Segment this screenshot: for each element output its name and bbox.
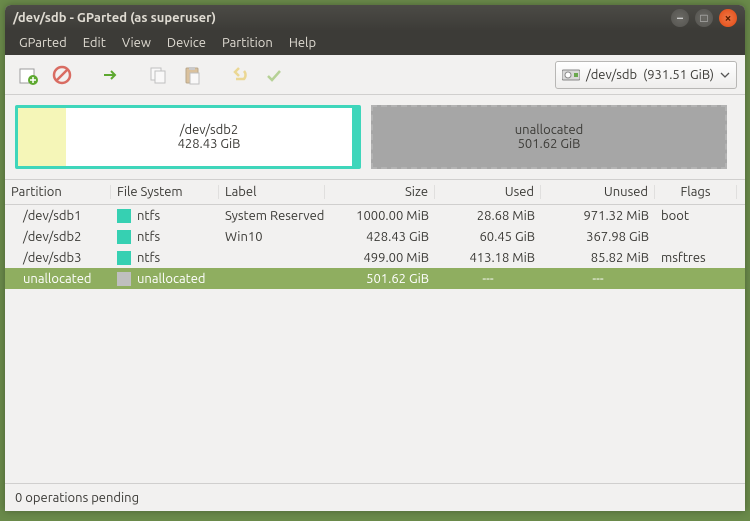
- col-partition[interactable]: Partition: [5, 185, 111, 199]
- fs-name: ntfs: [137, 209, 160, 223]
- cell-partition: /dev/sdb3: [5, 251, 111, 265]
- device-selector[interactable]: /dev/sdb (931.51 GiB): [555, 61, 737, 89]
- cell-size: 1000.00 MiB: [325, 209, 435, 223]
- cell-partition: unallocated: [5, 272, 111, 286]
- partition-table: Partition File System Label Size Used Un…: [5, 179, 745, 483]
- graph-block-sdb2[interactable]: /dev/sdb2 428.43 GiB: [15, 105, 361, 169]
- graph-block-label: /dev/sdb2 428.43 GiB: [66, 108, 352, 166]
- cell-used: 60.45 GiB: [435, 230, 541, 244]
- col-unused[interactable]: Unused: [541, 185, 655, 199]
- cell-filesystem: ntfs: [111, 209, 219, 223]
- resize-move-button[interactable]: [95, 60, 125, 90]
- fs-swatch: [117, 272, 131, 286]
- maximize-button[interactable]: □: [695, 9, 713, 27]
- cell-unused: ---: [541, 272, 655, 286]
- fs-swatch: [117, 209, 131, 223]
- graph-used-region: [18, 108, 66, 166]
- menu-help[interactable]: Help: [281, 33, 324, 53]
- fs-name: ntfs: [137, 251, 160, 265]
- undo-button[interactable]: [225, 60, 255, 90]
- col-label[interactable]: Label: [219, 185, 325, 199]
- hdd-icon: [562, 68, 580, 82]
- col-filesystem[interactable]: File System: [111, 185, 219, 199]
- cell-filesystem: unallocated: [111, 272, 219, 286]
- apply-button[interactable]: [259, 60, 289, 90]
- cell-partition: /dev/sdb2: [5, 230, 111, 244]
- cell-unused: 367.98 GiB: [541, 230, 655, 244]
- fs-name: unallocated: [137, 272, 206, 286]
- paste-button[interactable]: [177, 60, 207, 90]
- new-partition-button[interactable]: [13, 60, 43, 90]
- table-row[interactable]: /dev/sdb2 ntfs Win10428.43 GiB60.45 GiB367…: [5, 226, 745, 247]
- app-window: /dev/sdb - GParted (as superuser) – □ × …: [5, 5, 745, 511]
- cell-label: System Reserved: [219, 209, 325, 223]
- graph-block-size: 501.62 GiB: [518, 137, 581, 151]
- fs-swatch: [117, 251, 131, 265]
- cell-filesystem: ntfs: [111, 230, 219, 244]
- menu-edit[interactable]: Edit: [75, 33, 114, 53]
- menu-view[interactable]: View: [114, 33, 159, 53]
- cell-size: 501.62 GiB: [325, 272, 435, 286]
- close-button[interactable]: ×: [719, 9, 737, 27]
- chevron-down-icon: [720, 70, 730, 80]
- table-row[interactable]: /dev/sdb1 ntfs System Reserved1000.00 MiB2…: [5, 205, 745, 226]
- cell-label: Win10: [219, 230, 325, 244]
- cell-used: 28.68 MiB: [435, 209, 541, 223]
- col-size[interactable]: Size: [325, 185, 435, 199]
- titlebar[interactable]: /dev/sdb - GParted (as superuser) – □ ×: [5, 5, 745, 31]
- table-body: /dev/sdb1 ntfs System Reserved1000.00 MiB2…: [5, 205, 745, 289]
- graph-trailing-strip: [352, 108, 358, 166]
- col-flags[interactable]: Flags: [655, 185, 737, 199]
- cell-filesystem: ntfs: [111, 251, 219, 265]
- cell-partition: /dev/sdb1: [5, 209, 111, 223]
- table-row[interactable]: /dev/sdb3 ntfs 499.00 MiB413.18 MiB85.82 M…: [5, 247, 745, 268]
- graph-block-size: 428.43 GiB: [178, 137, 241, 151]
- table-row[interactable]: unallocatedunallocated501.62 GiB------: [5, 268, 745, 289]
- col-used[interactable]: Used: [435, 185, 541, 199]
- delete-button[interactable]: [47, 60, 77, 90]
- graph-block-unallocated[interactable]: unallocated 501.62 GiB: [371, 105, 727, 169]
- status-text: 0 operations pending: [15, 491, 139, 505]
- fs-swatch: [117, 230, 131, 244]
- menu-partition[interactable]: Partition: [214, 33, 281, 53]
- cell-flags: msftres: [655, 251, 737, 265]
- toolbar: /dev/sdb (931.51 GiB): [5, 55, 745, 95]
- cell-unused: 971.32 MiB: [541, 209, 655, 223]
- menu-gparted[interactable]: GParted: [11, 33, 75, 53]
- graph-block-name: unallocated: [515, 123, 584, 137]
- menubar: GParted Edit View Device Partition Help: [5, 31, 745, 55]
- cell-flags: boot: [655, 209, 737, 223]
- minimize-button[interactable]: –: [671, 9, 689, 27]
- cell-size: 428.43 GiB: [325, 230, 435, 244]
- device-name: /dev/sdb: [586, 68, 637, 82]
- statusbar: 0 operations pending: [5, 483, 745, 511]
- window-title: /dev/sdb - GParted (as superuser): [13, 11, 665, 25]
- table-header[interactable]: Partition File System Label Size Used Un…: [5, 179, 745, 205]
- graph-block-name: /dev/sdb2: [180, 123, 238, 137]
- menu-device[interactable]: Device: [159, 33, 214, 53]
- device-size: (931.51 GiB): [643, 68, 714, 82]
- fs-name: ntfs: [137, 230, 160, 244]
- cell-size: 499.00 MiB: [325, 251, 435, 265]
- copy-button[interactable]: [143, 60, 173, 90]
- partition-graph: /dev/sdb2 428.43 GiB unallocated 501.62 …: [5, 95, 745, 179]
- cell-unused: 85.82 MiB: [541, 251, 655, 265]
- cell-used: ---: [435, 272, 541, 286]
- cell-used: 413.18 MiB: [435, 251, 541, 265]
